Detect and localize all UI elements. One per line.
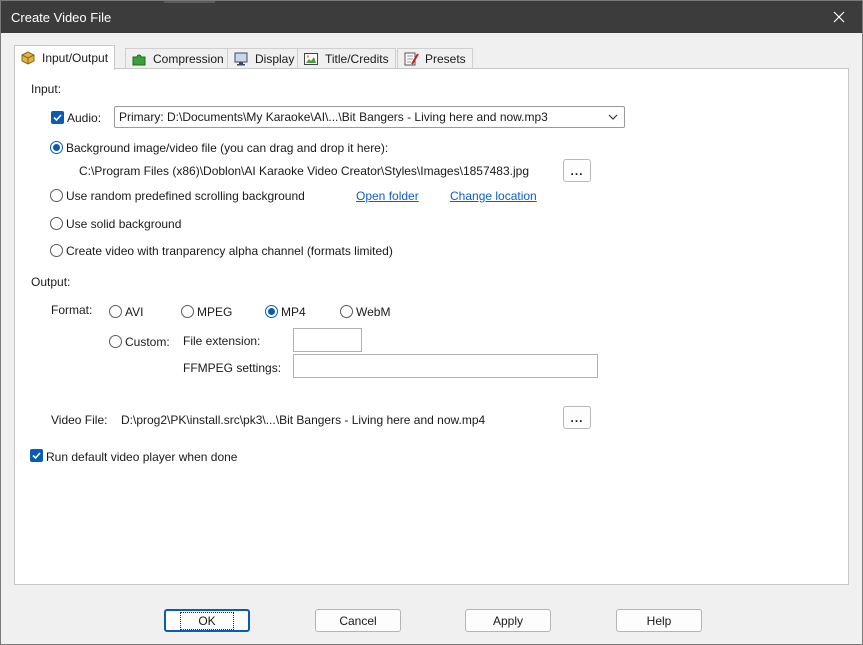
tab-compression[interactable]: Compression <box>125 48 231 69</box>
format-mpeg-radio[interactable] <box>181 305 194 318</box>
solid-bg-label: Use solid background <box>66 217 182 231</box>
audio-checkbox[interactable] <box>51 111 64 124</box>
run-player-checkbox[interactable] <box>30 449 43 462</box>
tab-label: Presets <box>425 52 466 66</box>
alpha-channel-label: Create video with tranparency alpha chan… <box>66 244 393 258</box>
checkmark-icon <box>53 114 62 122</box>
video-file-path: D:\prog2\PK\install.src\pk3\...\Bit Bang… <box>121 413 486 427</box>
format-mp4-radio[interactable] <box>265 305 278 318</box>
tab-display[interactable]: Display <box>227 48 302 69</box>
tab-label: Display <box>255 52 295 66</box>
ok-button[interactable]: OK <box>164 609 250 632</box>
format-custom-label: Custom: <box>125 335 170 349</box>
format-webm-radio[interactable] <box>340 305 353 318</box>
tab-label: Title/Credits <box>325 52 389 66</box>
tab-title-credits[interactable]: Title/Credits <box>297 48 396 69</box>
checkmark-icon <box>32 452 41 460</box>
change-location-link[interactable]: Change location <box>450 189 537 203</box>
audio-source-value: Primary: D:\Documents\My Karaoke\AI\...\… <box>119 110 548 124</box>
tab-input-output[interactable]: Input/Output <box>14 45 116 70</box>
checklist-icon <box>403 51 419 67</box>
bg-image-radio[interactable] <box>50 141 63 154</box>
create-video-dialog: Create Video File Input/Output Compressi… <box>0 0 863 645</box>
title-accent <box>164 1 215 3</box>
title-bar: Create Video File <box>1 1 862 33</box>
picture-icon <box>303 51 319 67</box>
package-icon <box>20 50 36 66</box>
chevron-down-icon <box>608 114 618 120</box>
help-button[interactable]: Help <box>616 609 702 632</box>
input-heading: Input: <box>31 82 62 96</box>
alpha-channel-radio[interactable] <box>50 244 63 257</box>
apply-label: Apply <box>492 613 524 628</box>
monitor-icon <box>233 51 249 67</box>
close-icon <box>833 11 845 23</box>
bg-image-path: C:\Program Files (x86)\Doblon\AI Karaoke… <box>79 164 530 178</box>
file-extension-input[interactable] <box>293 328 362 352</box>
ffmpeg-settings-label: FFMPEG settings: <box>183 361 282 375</box>
format-mp4-label: MP4 <box>281 305 306 319</box>
bg-image-browse-button[interactable]: ... <box>563 159 591 182</box>
random-bg-radio[interactable] <box>50 189 63 202</box>
browse-label: ... <box>570 163 584 178</box>
format-webm-label: WebM <box>356 305 391 319</box>
audio-label: Audio: <box>67 111 102 125</box>
video-file-browse-button[interactable]: ... <box>563 406 591 429</box>
bg-image-label: Background image/video file (you can dra… <box>66 141 389 155</box>
file-extension-label: File extension: <box>183 334 261 348</box>
format-avi-radio[interactable] <box>109 305 122 318</box>
audio-source-select[interactable]: Primary: D:\Documents\My Karaoke\AI\...\… <box>114 106 625 128</box>
run-player-label: Run default video player when done <box>46 450 238 464</box>
format-label: Format: <box>51 303 93 317</box>
solid-bg-radio[interactable] <box>50 217 63 230</box>
ffmpeg-settings-input[interactable] <box>293 354 598 378</box>
browse-label: ... <box>570 410 584 425</box>
cancel-button[interactable]: Cancel <box>315 609 401 632</box>
format-mpeg-label: MPEG <box>197 305 233 319</box>
close-button[interactable] <box>816 1 862 33</box>
window-title: Create Video File <box>11 10 112 25</box>
help-label: Help <box>646 613 672 628</box>
random-bg-label: Use random predefined scrolling backgrou… <box>66 189 305 203</box>
tab-label: Input/Output <box>42 51 109 65</box>
puzzle-icon <box>131 51 147 67</box>
tab-presets[interactable]: Presets <box>397 48 473 69</box>
video-file-label: Video File: <box>51 413 108 427</box>
open-folder-link[interactable]: Open folder <box>356 189 419 203</box>
apply-button[interactable]: Apply <box>465 609 551 632</box>
format-custom-radio[interactable] <box>109 335 122 348</box>
ok-label: OK <box>180 611 234 630</box>
output-heading: Output: <box>31 275 71 289</box>
tab-label: Compression <box>153 52 224 66</box>
format-avi-label: AVI <box>125 305 144 319</box>
cancel-label: Cancel <box>339 613 377 628</box>
